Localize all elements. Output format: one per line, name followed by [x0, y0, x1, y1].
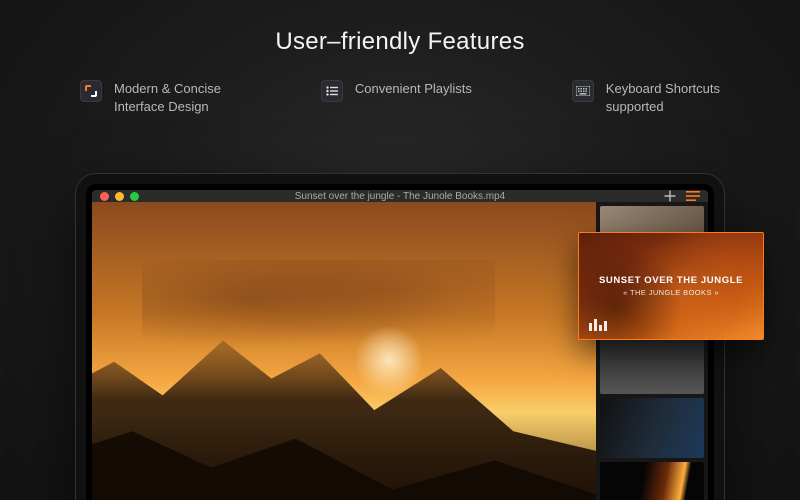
- list-icon: [321, 80, 343, 102]
- playlist-thumb[interactable]: [600, 334, 704, 394]
- feature-label: Keyboard Shortcuts supported: [606, 80, 720, 115]
- feature-shortcuts: Keyboard Shortcuts supported: [572, 80, 720, 115]
- feature-label: Convenient Playlists: [355, 80, 472, 98]
- playlist-thumb[interactable]: [600, 398, 704, 458]
- preview-subtitle: « THE JUNGLE BOOKS »: [623, 288, 719, 297]
- minimize-icon[interactable]: [115, 192, 124, 201]
- close-icon[interactable]: [100, 192, 109, 201]
- playlist-toggle-icon[interactable]: [686, 190, 700, 202]
- equalizer-icon: [589, 319, 607, 331]
- feature-playlists: Convenient Playlists: [321, 80, 472, 115]
- video-viewport[interactable]: [92, 202, 596, 500]
- frame-icon: [80, 80, 102, 102]
- feature-interface: Modern & Concise Interface Design: [80, 80, 221, 115]
- keyboard-icon: [572, 80, 594, 102]
- page-title: User–friendly Features: [0, 0, 800, 56]
- playlist-preview-card[interactable]: SUNSET OVER THE JUNGLE « THE JUNGLE BOOK…: [578, 232, 764, 340]
- preview-title: SUNSET OVER THE JUNGLE: [599, 275, 743, 286]
- window-title: Sunset over the jungle - The Junole Book…: [92, 191, 708, 202]
- add-button[interactable]: [664, 190, 676, 202]
- feature-label: Modern & Concise Interface Design: [114, 80, 221, 115]
- zoom-icon[interactable]: [130, 192, 139, 201]
- window-titlebar: Sunset over the jungle - The Junole Book…: [92, 190, 708, 202]
- playlist-thumb[interactable]: [600, 462, 704, 500]
- window-controls: [100, 192, 139, 201]
- feature-row: Modern & Concise Interface Design Conven…: [80, 80, 720, 115]
